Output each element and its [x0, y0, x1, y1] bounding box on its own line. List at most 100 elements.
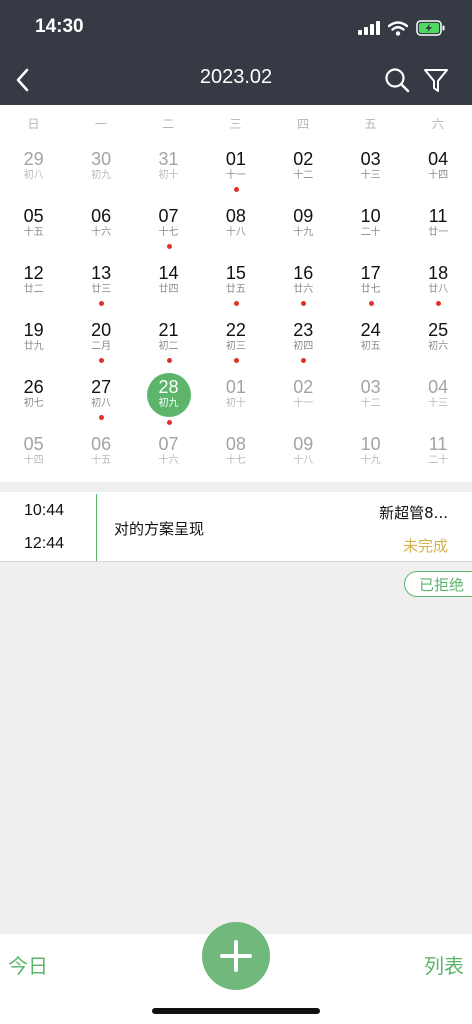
- lunar-date: 廿一: [428, 227, 449, 238]
- day-number: 06: [91, 206, 112, 226]
- day-number: 16: [293, 263, 314, 283]
- day-cell[interactable]: 14 廿四: [140, 257, 198, 311]
- day-cell[interactable]: 18 廿八: [409, 257, 467, 311]
- plus-icon: [220, 940, 252, 972]
- lunar-date: 十一: [293, 398, 314, 409]
- search-button[interactable]: [383, 66, 411, 94]
- weekday-label: 日: [27, 117, 40, 131]
- day-number: 07: [158, 434, 179, 454]
- day-number: 10: [360, 434, 381, 454]
- day-cell[interactable]: 22 初三: [207, 314, 265, 368]
- day-cell[interactable]: 25 初六: [409, 314, 467, 368]
- add-event-button[interactable]: [202, 922, 270, 990]
- filter-button[interactable]: [422, 66, 450, 94]
- lunar-date: 十五: [23, 227, 44, 238]
- day-number: 04: [428, 377, 449, 397]
- day-cell[interactable]: 27 初八: [72, 371, 130, 425]
- filter-icon: [424, 69, 448, 92]
- lunar-date: 初八: [23, 170, 44, 181]
- day-cell[interactable]: 15 廿五: [207, 257, 265, 311]
- day-number: 10: [360, 206, 381, 226]
- day-cell[interactable]: 03 十三: [342, 143, 400, 197]
- day-cell[interactable]: 23 初四: [274, 314, 332, 368]
- day-cell[interactable]: 11 二十: [409, 428, 467, 482]
- day-number: 01: [225, 377, 246, 397]
- day-number: 05: [23, 434, 44, 454]
- lunar-date: 初九: [158, 398, 179, 409]
- day-number: 09: [293, 434, 314, 454]
- day-cell[interactable]: 11 廿一: [409, 200, 467, 254]
- day-cell[interactable]: 21 初二: [140, 314, 198, 368]
- calendar: 日一二三四五六 29 初八 30 初九 31 初十 01 十一 02 十二 03 十三 04 十四 05 十五…: [0, 105, 472, 482]
- day-number: 02: [293, 377, 314, 397]
- lunar-date: 初七: [23, 398, 44, 409]
- day-cell[interactable]: 17 廿七: [342, 257, 400, 311]
- day-number: 13: [91, 263, 112, 283]
- day-cell[interactable]: 04 十三: [409, 371, 467, 425]
- day-cell[interactable]: 09 十八: [274, 428, 332, 482]
- day-cell[interactable]: 07 十六: [140, 428, 198, 482]
- lunar-date: 初九: [91, 170, 112, 181]
- day-cell[interactable]: 30 初九: [72, 143, 130, 197]
- event-dot: [436, 301, 442, 306]
- lunar-date: 廿七: [360, 284, 381, 295]
- day-cell[interactable]: 10 十九: [342, 428, 400, 482]
- lunar-date: 十九: [293, 227, 314, 238]
- day-number: 29: [23, 149, 44, 169]
- day-number: 07: [158, 206, 179, 226]
- day-cell[interactable]: 06 十六: [72, 200, 130, 254]
- day-cell[interactable]: 01 十一: [207, 143, 265, 197]
- day-cell[interactable]: 12 廿二: [5, 257, 63, 311]
- day-cell[interactable]: 05 十四: [5, 428, 63, 482]
- lunar-date: 二十: [428, 455, 449, 466]
- day-cell[interactable]: 31 初十: [140, 143, 198, 197]
- day-cell[interactable]: 03 十二: [342, 371, 400, 425]
- rejected-filter-badge[interactable]: 已拒绝: [404, 571, 472, 597]
- event-dot: [301, 301, 307, 306]
- lunar-date: 十五: [91, 455, 112, 466]
- lunar-date: 初三: [225, 341, 246, 352]
- day-cell[interactable]: 10 二十: [342, 200, 400, 254]
- lunar-date: 廿九: [23, 341, 44, 352]
- event-owner: 新超管8...: [379, 504, 448, 522]
- lunar-date: 十七: [225, 455, 246, 466]
- weekday-label: 一: [94, 117, 107, 131]
- day-cell[interactable]: 20 二月: [72, 314, 130, 368]
- event-dot: [233, 301, 239, 306]
- day-cell[interactable]: 13 廿三: [72, 257, 130, 311]
- day-cell[interactable]: 19 廿九: [5, 314, 63, 368]
- day-number: 21: [158, 320, 179, 340]
- day-cell[interactable]: 16 廿六: [274, 257, 332, 311]
- day-number: 15: [225, 263, 246, 283]
- day-cell[interactable]: 07 十七: [140, 200, 198, 254]
- day-cell[interactable]: 02 十一: [274, 371, 332, 425]
- day-number: 12: [23, 263, 44, 283]
- day-number: 04: [428, 149, 449, 169]
- day-cell[interactable]: 02 十二: [274, 143, 332, 197]
- lunar-date: 十八: [293, 455, 314, 466]
- day-cell[interactable]: 06 十五: [72, 428, 130, 482]
- status-time: 14:30: [35, 16, 84, 37]
- list-view-button[interactable]: 列表: [424, 950, 464, 979]
- lunar-date: 廿六: [293, 284, 314, 295]
- weekday-label: 三: [229, 117, 242, 131]
- event-item[interactable]: 10:44 12:44 对的方案呈现 新超管8... 未完成: [0, 492, 472, 562]
- day-cell[interactable]: 09 十九: [274, 200, 332, 254]
- day-cell[interactable]: 24 初五: [342, 314, 400, 368]
- day-cell[interactable]: 08 十八: [207, 200, 265, 254]
- lunar-date: 初四: [293, 341, 314, 352]
- event-status: 未完成: [402, 537, 448, 555]
- day-cell[interactable]: 29 初八: [5, 143, 63, 197]
- day-cell[interactable]: 05 十五: [5, 200, 63, 254]
- lunar-date: 二月: [91, 341, 112, 352]
- day-number: 02: [293, 149, 314, 169]
- day-cell[interactable]: 08 十七: [207, 428, 265, 482]
- day-cell[interactable]: 26 初七: [5, 371, 63, 425]
- today-button[interactable]: 今日: [8, 950, 48, 979]
- day-cell[interactable]: 01 初十: [207, 371, 265, 425]
- day-number: 05: [23, 206, 44, 226]
- day-number: 01: [225, 149, 246, 169]
- day-number: 18: [428, 263, 449, 283]
- selected-day-cell[interactable]: 28 初九: [140, 371, 198, 425]
- day-cell[interactable]: 04 十四: [409, 143, 467, 197]
